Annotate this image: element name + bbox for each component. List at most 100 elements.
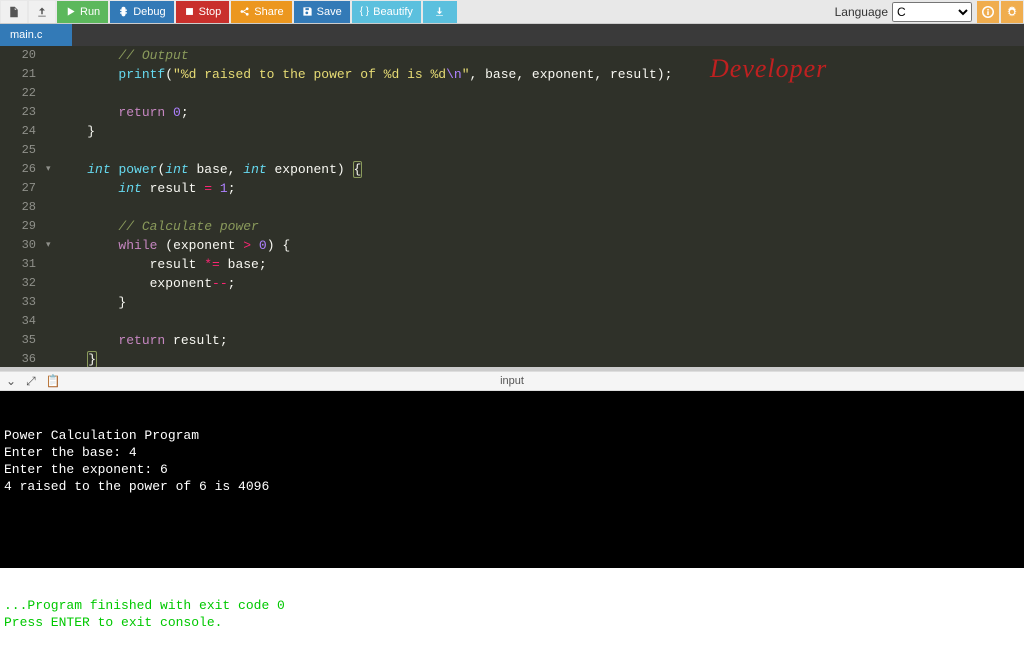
- stop-label: Stop: [199, 6, 222, 18]
- console-status-line: Press ENTER to exit console.: [4, 614, 1020, 631]
- run-label: Run: [80, 6, 100, 18]
- code-content: printf("%d raised to the power of %d is …: [44, 65, 672, 84]
- line-number: 33: [0, 293, 44, 312]
- save-button[interactable]: Save: [294, 1, 350, 23]
- save-label: Save: [317, 6, 342, 18]
- play-icon: [65, 6, 76, 17]
- code-line: 28: [0, 198, 1024, 217]
- gear-icon: [1006, 6, 1018, 18]
- tab-bar: main.c: [0, 24, 1024, 46]
- save-icon: [302, 6, 313, 17]
- console-output[interactable]: Power Calculation ProgramEnter the base:…: [0, 391, 1024, 568]
- new-file-button[interactable]: [1, 1, 27, 23]
- code-line: 31 result *= base;: [0, 255, 1024, 274]
- code-content: [44, 84, 56, 103]
- line-number: 32: [0, 274, 44, 293]
- code-line: 24 }: [0, 122, 1024, 141]
- code-content: }: [44, 350, 97, 367]
- code-line: 35 return result;: [0, 331, 1024, 350]
- code-line: 27 int result = 1;: [0, 179, 1024, 198]
- download-button[interactable]: [423, 1, 457, 23]
- code-content: }: [44, 293, 126, 312]
- stop-icon: [184, 6, 195, 17]
- console-copy-icon[interactable]: 📋: [46, 374, 61, 389]
- code-line: 20 // Output: [0, 46, 1024, 65]
- console-status-line: ...Program finished with exit code 0: [4, 597, 1020, 614]
- line-number: 25: [0, 141, 44, 160]
- handwritten-annotation: Developer: [710, 54, 827, 84]
- upload-icon: [36, 6, 48, 18]
- console-collapse-icon[interactable]: ⌄: [6, 374, 16, 389]
- line-number: 29: [0, 217, 44, 236]
- code-line: 30▾ while (exponent > 0) {: [0, 236, 1024, 255]
- code-line: 29 // Calculate power: [0, 217, 1024, 236]
- main-toolbar: Run Debug Stop Share Save { } Beautify L…: [0, 0, 1024, 24]
- code-content: exponent--;: [44, 274, 235, 293]
- code-content: int power(int base, int exponent) {: [44, 160, 362, 179]
- code-content: return 0;: [44, 103, 189, 122]
- line-number: 34: [0, 312, 44, 331]
- settings-button[interactable]: [1001, 1, 1023, 23]
- code-editor[interactable]: Developer 20 // Output21 printf("%d rais…: [0, 46, 1024, 367]
- line-number: 30: [0, 236, 44, 255]
- console-toolbar: ⌄ ⤢ 📋 input: [0, 371, 1024, 391]
- share-label: Share: [254, 6, 283, 18]
- console-expand-icon[interactable]: ⤢: [26, 374, 36, 389]
- code-content: result *= base;: [44, 255, 267, 274]
- download-icon: [434, 6, 445, 17]
- console-line: Power Calculation Program: [4, 427, 1020, 444]
- line-number: 31: [0, 255, 44, 274]
- code-content: int result = 1;: [44, 179, 236, 198]
- run-button[interactable]: Run: [57, 1, 108, 23]
- beautify-label: Beautify: [373, 6, 413, 18]
- console-line: Enter the base: 4: [4, 444, 1020, 461]
- line-number: 24: [0, 122, 44, 141]
- code-content: return result;: [44, 331, 228, 350]
- file-icon: [8, 6, 20, 18]
- info-icon: [982, 6, 994, 18]
- language-select[interactable]: C: [892, 2, 972, 22]
- info-button[interactable]: [977, 1, 999, 23]
- line-number: 23: [0, 103, 44, 122]
- upload-button[interactable]: [29, 1, 55, 23]
- tab-label: main.c: [10, 29, 42, 41]
- code-line: 34: [0, 312, 1024, 331]
- code-line: 26▾ int power(int base, int exponent) {: [0, 160, 1024, 179]
- code-line: 22: [0, 84, 1024, 103]
- braces-icon: { }: [360, 6, 369, 17]
- code-line: 21 printf("%d raised to the power of %d …: [0, 65, 1024, 84]
- share-button[interactable]: Share: [231, 1, 291, 23]
- code-content: // Output: [44, 46, 189, 65]
- line-number: 22: [0, 84, 44, 103]
- line-number: 36: [0, 350, 44, 367]
- code-line: 33 }: [0, 293, 1024, 312]
- fold-marker-icon[interactable]: ▾: [46, 160, 51, 179]
- code-line: 36 }: [0, 350, 1024, 367]
- tab-main-c[interactable]: main.c: [0, 24, 72, 46]
- console-line: Enter the exponent: 6: [4, 461, 1020, 478]
- code-line: 23 return 0;: [0, 103, 1024, 122]
- line-number: 28: [0, 198, 44, 217]
- code-line: 25: [0, 141, 1024, 160]
- code-content: }: [44, 122, 95, 141]
- console-label: input: [500, 375, 524, 387]
- code-content: while (exponent > 0) {: [44, 236, 290, 255]
- share-icon: [239, 6, 250, 17]
- code-content: // Calculate power: [44, 217, 259, 236]
- line-number: 20: [0, 46, 44, 65]
- code-line: 32 exponent--;: [0, 274, 1024, 293]
- stop-button[interactable]: Stop: [176, 1, 230, 23]
- line-number: 26: [0, 160, 44, 179]
- language-label: Language: [835, 5, 888, 19]
- debug-button[interactable]: Debug: [110, 1, 173, 23]
- code-content: [44, 312, 56, 331]
- line-number: 21: [0, 65, 44, 84]
- debug-label: Debug: [133, 6, 165, 18]
- beautify-button[interactable]: { } Beautify: [352, 1, 421, 23]
- fold-marker-icon[interactable]: ▾: [46, 236, 51, 255]
- console-line: 4 raised to the power of 6 is 4096: [4, 478, 1020, 495]
- console-cursor: [222, 616, 230, 630]
- line-number: 35: [0, 331, 44, 350]
- code-content: [44, 198, 56, 217]
- code-content: [44, 141, 56, 160]
